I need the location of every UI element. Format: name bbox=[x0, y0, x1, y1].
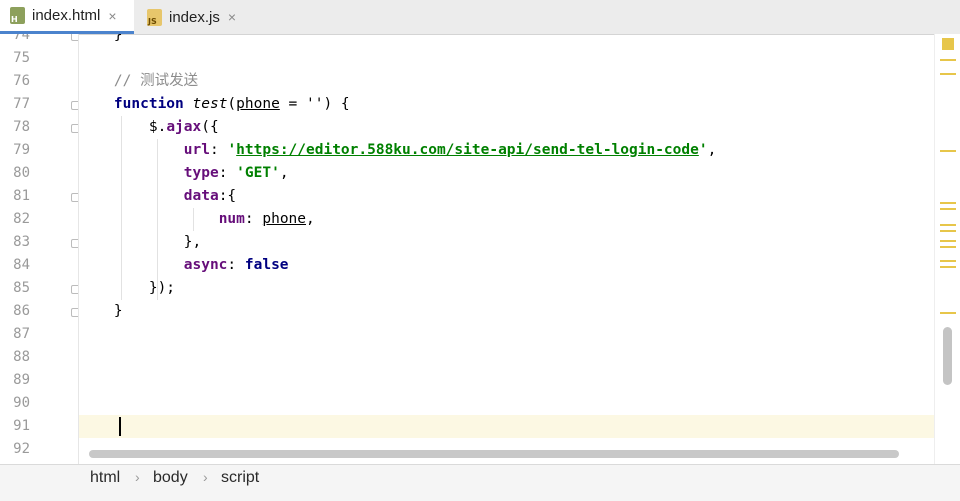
code-line-79: url: 'https://editor.588ku.com/site-api/… bbox=[183, 142, 717, 158]
line-number: 76 bbox=[13, 73, 30, 89]
fold-marker[interactable] bbox=[71, 308, 78, 317]
warning-mark[interactable] bbox=[940, 266, 956, 268]
text-caret bbox=[119, 417, 121, 436]
code-editor[interactable]: } // 测试发送 function test(phone = '') { $.… bbox=[79, 34, 934, 464]
line-number: 90 bbox=[13, 395, 30, 411]
line-number: 81 bbox=[13, 188, 30, 204]
code-line-81: data:{ bbox=[183, 188, 237, 204]
chevron-right-icon: › bbox=[203, 469, 208, 485]
tab-label: index.js bbox=[169, 8, 220, 26]
code-line-74: } bbox=[113, 34, 123, 43]
line-number: 85 bbox=[13, 280, 30, 296]
warning-mark[interactable] bbox=[940, 59, 956, 61]
line-number: 84 bbox=[13, 257, 30, 273]
warning-mark[interactable] bbox=[940, 246, 956, 248]
tab-index-html[interactable]: H index.html × bbox=[0, 0, 134, 34]
code-line-80: type: 'GET', bbox=[183, 165, 289, 181]
line-number: 92 bbox=[13, 441, 30, 457]
code-line-78: $.ajax({ bbox=[148, 119, 219, 135]
js-file-icon: JS bbox=[147, 8, 162, 26]
html-file-icon: H bbox=[10, 7, 25, 24]
url-link[interactable]: https://editor.588ku.com/site-api/send-t… bbox=[236, 142, 699, 158]
fold-marker[interactable] bbox=[71, 239, 78, 248]
line-number: 86 bbox=[13, 303, 30, 319]
breadcrumb: html › body › script bbox=[0, 464, 960, 501]
line-number: 89 bbox=[13, 372, 30, 388]
warning-mark[interactable] bbox=[940, 224, 956, 226]
line-number: 78 bbox=[13, 119, 30, 135]
warning-indicator-icon[interactable] bbox=[942, 38, 954, 50]
close-icon[interactable]: × bbox=[228, 9, 236, 25]
warning-mark[interactable] bbox=[940, 240, 956, 242]
horizontal-scrollbar[interactable] bbox=[79, 448, 934, 460]
code-line-76: // 测试发送 bbox=[79, 70, 934, 93]
fold-marker[interactable] bbox=[71, 285, 78, 294]
editor-tab-bar: H index.html × JS index.js × bbox=[0, 0, 960, 35]
breadcrumb-html[interactable]: html bbox=[90, 469, 120, 487]
fold-marker[interactable] bbox=[71, 34, 78, 41]
error-stripe[interactable] bbox=[934, 34, 960, 464]
warning-mark[interactable] bbox=[940, 260, 956, 262]
line-number: 79 bbox=[13, 142, 30, 158]
line-number: 74 bbox=[13, 34, 30, 43]
warning-mark[interactable] bbox=[940, 230, 956, 232]
code-line-83: }, bbox=[183, 234, 202, 250]
breadcrumb-body[interactable]: body bbox=[153, 469, 188, 487]
tab-index-js[interactable]: JS index.js × bbox=[137, 0, 257, 34]
vertical-scroll-thumb[interactable] bbox=[943, 327, 952, 385]
code-line-85: }); bbox=[148, 280, 176, 296]
breadcrumb-script[interactable]: script bbox=[221, 469, 259, 487]
code-comment: // 测试发送 bbox=[113, 73, 199, 89]
chevron-right-icon: › bbox=[135, 469, 140, 485]
warning-mark[interactable] bbox=[940, 202, 956, 204]
line-number: 82 bbox=[13, 211, 30, 227]
fold-marker[interactable] bbox=[71, 124, 78, 133]
current-line-highlight bbox=[79, 415, 934, 438]
warning-mark[interactable] bbox=[940, 312, 956, 314]
line-number: 87 bbox=[13, 326, 30, 342]
warning-mark[interactable] bbox=[940, 73, 956, 75]
close-icon[interactable]: × bbox=[108, 8, 116, 24]
code-line-84: async: false bbox=[183, 257, 289, 273]
code-line-86: } bbox=[113, 303, 123, 319]
line-number: 91 bbox=[13, 418, 30, 434]
code-line-77: function test(phone = '') { bbox=[113, 96, 350, 112]
warning-mark[interactable] bbox=[940, 208, 956, 210]
line-number: 88 bbox=[13, 349, 30, 365]
tab-label: index.html bbox=[32, 7, 101, 24]
line-number: 80 bbox=[13, 165, 30, 181]
fold-marker[interactable] bbox=[71, 193, 78, 202]
warning-mark[interactable] bbox=[940, 150, 956, 152]
line-number: 75 bbox=[13, 50, 30, 66]
fold-marker[interactable] bbox=[71, 101, 78, 110]
horizontal-scroll-thumb[interactable] bbox=[89, 450, 899, 458]
line-number-gutter[interactable]: 74 75 76 77 78 79 80 81 82 83 84 85 86 8… bbox=[0, 34, 79, 464]
line-number: 77 bbox=[13, 96, 30, 112]
code-line-82: num: phone, bbox=[218, 211, 315, 227]
line-number: 83 bbox=[13, 234, 30, 250]
